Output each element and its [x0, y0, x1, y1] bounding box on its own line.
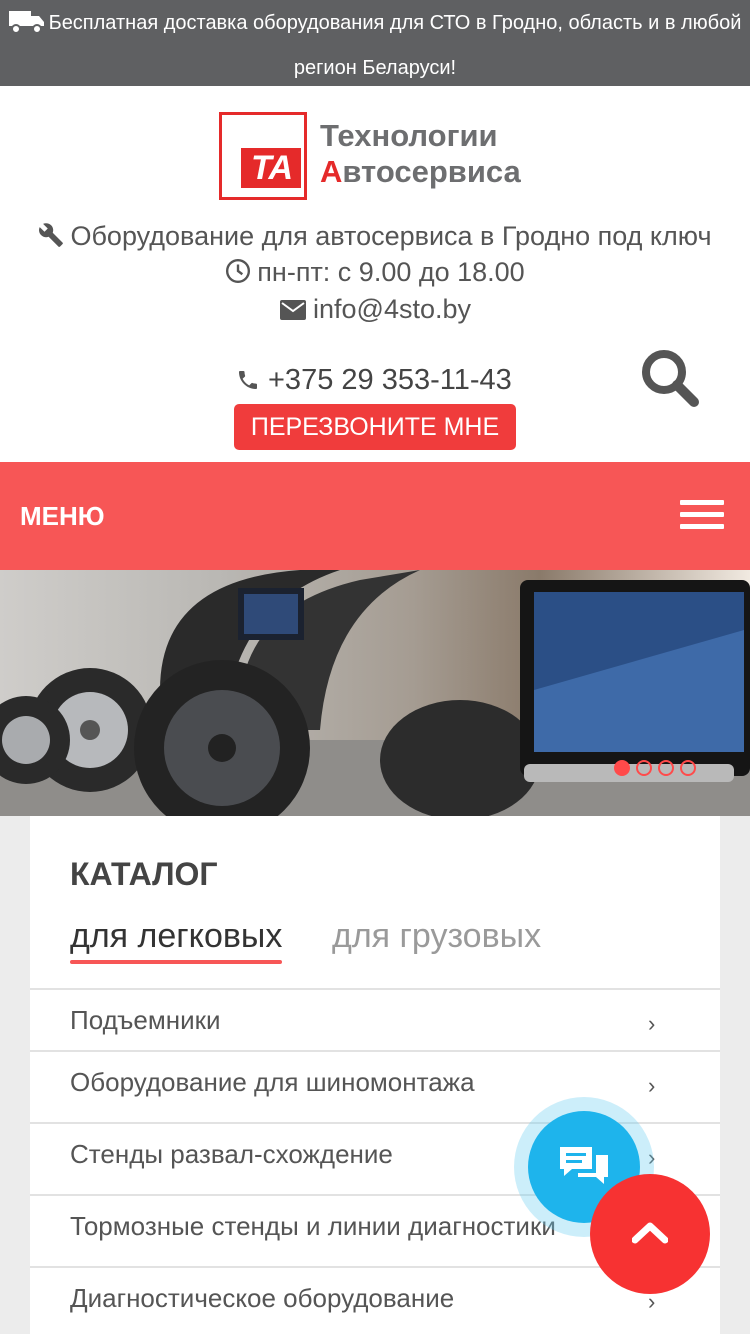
delivery-banner: Бесплатная доставка оборудования для СТО… [0, 0, 750, 86]
tab-passenger[interactable]: для легковых [70, 916, 283, 964]
slider-dot-4[interactable] [680, 760, 696, 776]
site-header: ТА Технологии Автосервиса Оборудование д… [0, 86, 750, 462]
logo-mark: ТА [241, 148, 301, 188]
search-icon [642, 350, 699, 407]
hero-slider[interactable] [0, 570, 750, 816]
phone-link[interactable]: +375 29 353-11-43 [236, 362, 512, 398]
logo-text: Технологии Автосервиса [320, 118, 521, 190]
callback-button[interactable]: ПЕРЕЗВОНИТЕ МНЕ [234, 404, 516, 450]
slider-dot-2[interactable] [636, 760, 652, 776]
working-hours: пн-пт: с 9.00 до 18.00 [0, 254, 750, 290]
slide-image [0, 570, 750, 816]
tagline: Оборудование для автосервиса в Гродно по… [0, 218, 750, 254]
catalog-title: КАТАЛОГ [70, 856, 218, 892]
site-logo[interactable]: ТА Технологии Автосервиса [219, 112, 531, 202]
menu-bar[interactable]: МЕНЮ [0, 462, 750, 570]
truck-icon [8, 8, 45, 48]
chevron-up-icon [632, 1222, 668, 1244]
email-link[interactable]: info@4sto.by [0, 291, 750, 327]
clock-icon [226, 258, 251, 284]
hamburger-icon[interactable] [680, 500, 724, 534]
chevron-right-icon: › [648, 1011, 656, 1036]
menu-label: МЕНЮ [20, 501, 105, 531]
wrench-icon [39, 223, 64, 247]
tab-trucks[interactable]: для грузовых [332, 916, 541, 956]
slider-dot-1[interactable] [614, 760, 630, 776]
logo-line2: Автосервиса [320, 154, 521, 189]
mail-icon [280, 300, 306, 320]
scroll-top-button[interactable] [590, 1174, 710, 1294]
phone-icon [239, 371, 257, 389]
chevron-right-icon: › [648, 1073, 656, 1098]
catalog-item-lifts[interactable]: Подъемники › [30, 988, 720, 1050]
chat-icon [560, 1147, 608, 1184]
slider-dots [614, 760, 702, 778]
slider-dot-3[interactable] [658, 760, 674, 776]
logo-line1: Технологии [320, 118, 498, 153]
search-button[interactable] [638, 346, 702, 410]
delivery-text: Бесплатная доставка оборудования для СТО… [48, 12, 742, 79]
